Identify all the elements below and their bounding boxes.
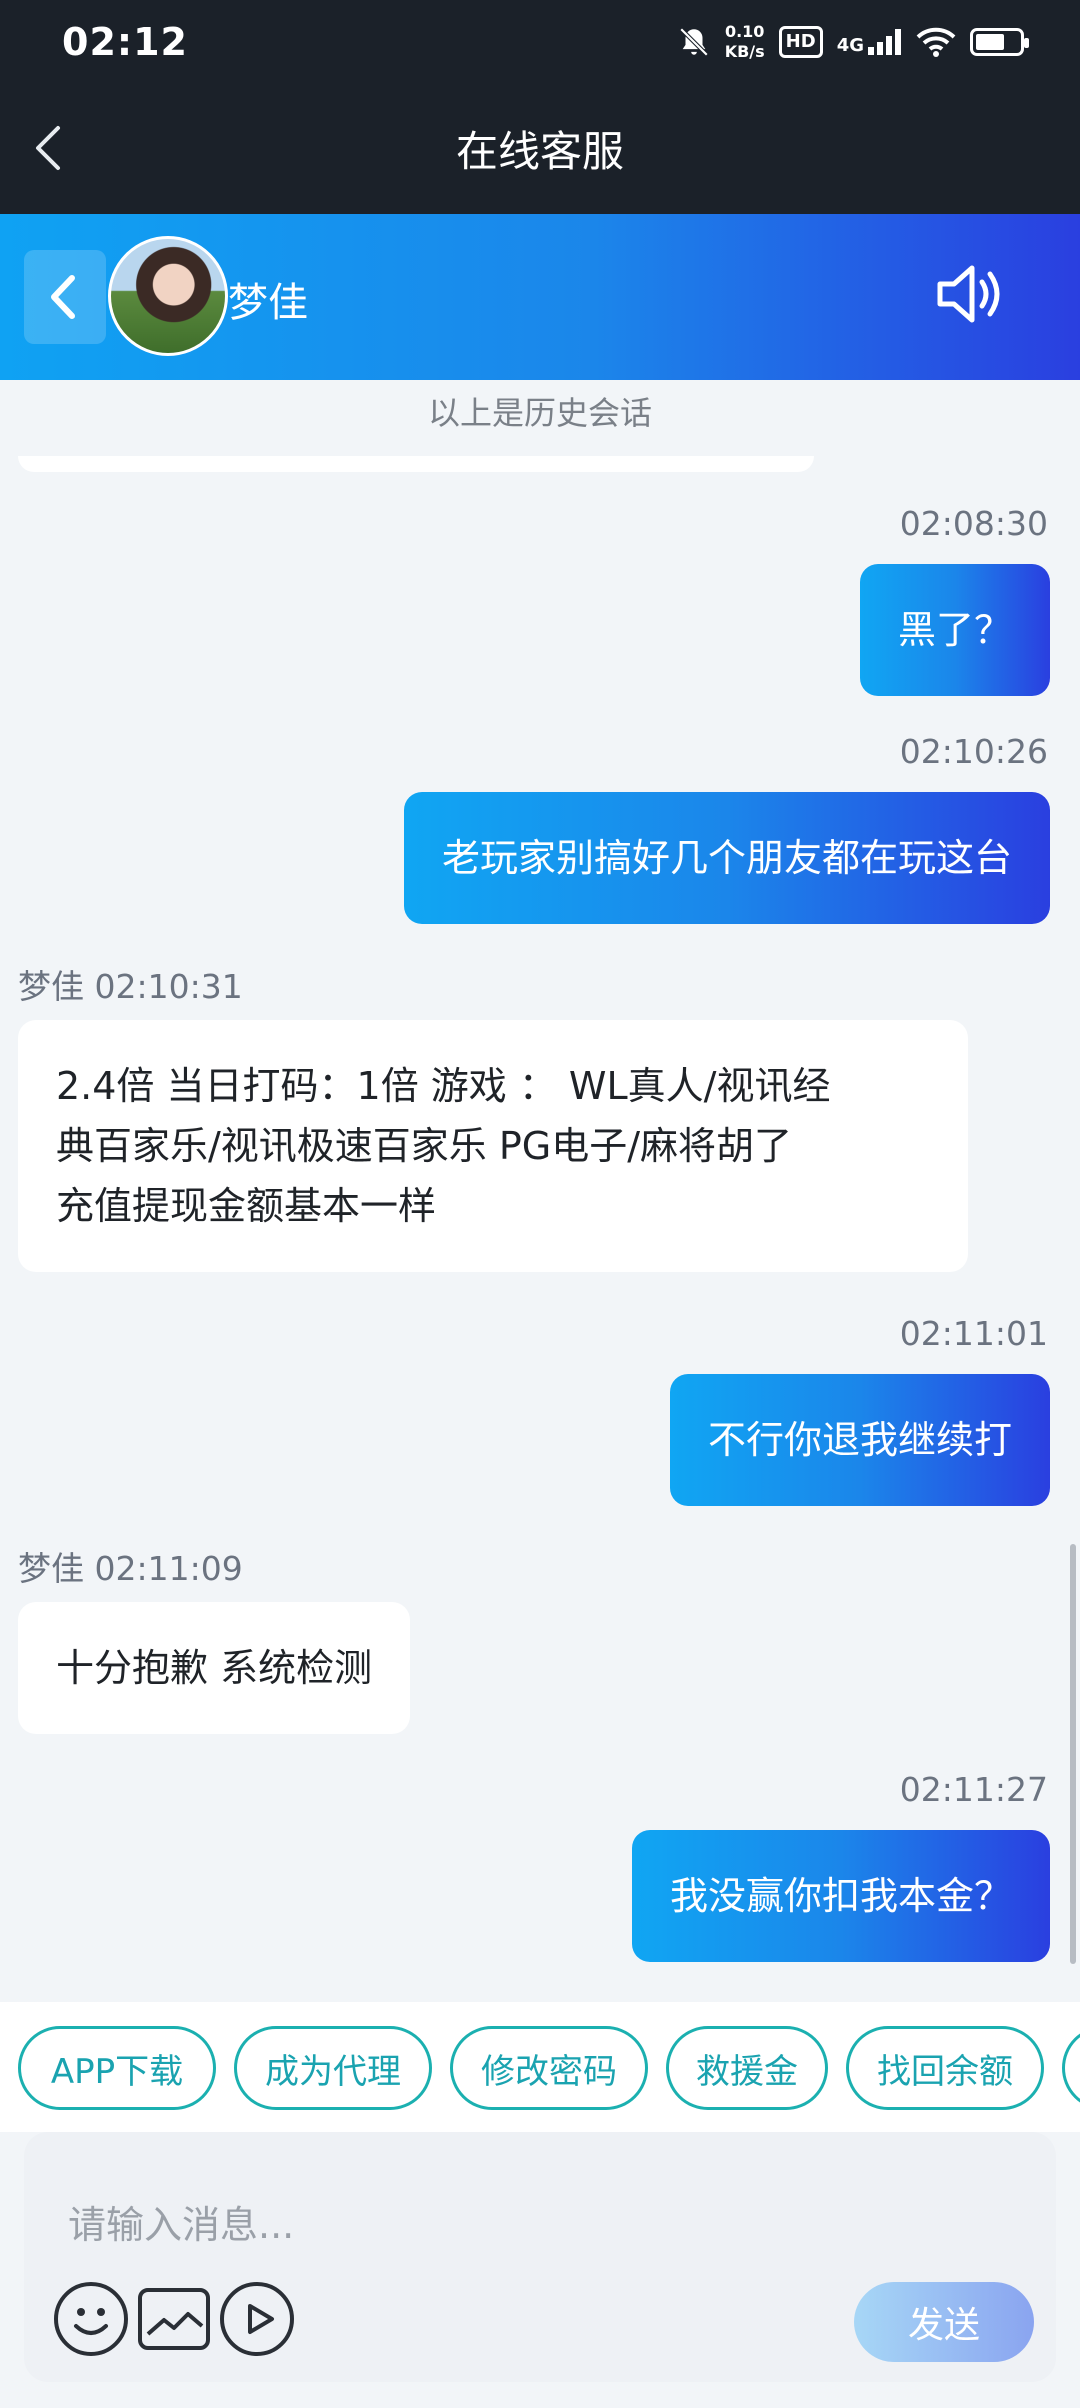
message-sender-time: 梦佳 02:11:09 [18,1542,243,1590]
status-time: 02:12 [62,20,188,64]
sender-name: 梦佳 [18,1549,84,1588]
message-line: 典百家乐/视讯极速百家乐 PG电子/麻将胡了 [56,1124,793,1168]
quick-action-more[interactable] [1062,2026,1080,2110]
chat-back-button[interactable] [24,250,106,344]
message-time: 02:11:27 [899,1770,1048,1809]
incoming-message[interactable]: 2.4倍 当日打码：1倍 游戏 ： WL真人/视讯经 典百家乐/视讯极速百家乐 … [18,1020,968,1272]
status-bar: 02:12 0.10 KB/s HD 4G [0,0,1080,86]
hd-icon: HD [778,26,823,58]
video-icon[interactable] [220,2282,294,2356]
message-line: 充值提现金额基本一样 [56,1184,437,1228]
signal-icon: 4G [837,29,902,55]
send-button[interactable]: 发送 [854,2282,1034,2362]
message-time: 02:08:30 [899,504,1048,543]
emoji-icon[interactable] [54,2282,128,2356]
quick-action-recover-balance[interactable]: 找回余额 [846,2026,1044,2110]
avatar[interactable] [108,236,228,356]
mute-bell-icon [679,27,708,57]
message-input[interactable]: 请输入消息... [68,2194,294,2249]
chat-header: 梦佳 [0,214,1080,380]
image-icon[interactable] [138,2288,210,2350]
agent-name: 梦佳 [228,280,308,326]
outgoing-message[interactable]: 黑了？ [859,564,1050,696]
message-line: 十分抱歉 系统检测 [56,1646,373,1690]
message-time: 02:10:31 [94,967,243,1006]
net-speed-unit: KB/s [724,42,765,61]
speaker-icon[interactable] [930,254,1010,334]
outgoing-message[interactable]: 不行你退我继续打 [669,1374,1050,1506]
quick-action-change-password[interactable]: 修改密码 [450,2026,648,2110]
message-line: 2.4倍 当日打码：1倍 游戏 ： WL真人/视讯经 [56,1064,831,1108]
message-time: 02:11:01 [899,1314,1048,1353]
wifi-icon [916,27,956,57]
page-title: 在线客服 [455,127,624,176]
message-sender-time: 梦佳 02:10:31 [18,960,243,1008]
chat-area[interactable]: 以上是历史会话 02:08:30 黑了？ 02:10:26 老玩家别搞好几个朋友… [0,380,1080,2000]
chat-scrollbar[interactable] [1070,1544,1076,1964]
message-composer[interactable]: 请输入消息... 发送 [24,2132,1056,2382]
quick-action-rescue-fund[interactable]: 救援金 [666,2026,828,2110]
top-bar: 02:12 0.10 KB/s HD 4G 在线客服 [0,0,1080,214]
message-time: 02:10:26 [899,732,1048,771]
outgoing-message[interactable]: 我没赢你扣我本金？ [631,1830,1050,1962]
sender-name: 梦佳 [18,967,84,1006]
previous-message-bubble [18,456,814,472]
chevron-left-icon [51,275,75,319]
outgoing-message[interactable]: 老玩家别搞好几个朋友都在玩这台 [403,792,1050,924]
net-speed: 0.10 KB/s [725,22,765,62]
history-label: 以上是历史会话 [427,394,652,432]
message-time: 02:11:09 [94,1549,243,1588]
incoming-message[interactable]: 十分抱歉 系统检测 [18,1602,411,1734]
network-type: 4G [836,35,864,56]
battery-icon [970,28,1029,56]
quick-actions-bar[interactable]: APP下载 成为代理 修改密码 救援金 找回余额 [0,2002,1080,2132]
quick-action-app-download[interactable]: APP下载 [18,2026,216,2110]
net-speed-value: 0.10 [724,22,765,41]
status-icons: 0.10 KB/s HD 4G [677,22,1029,62]
quick-action-become-agent[interactable]: 成为代理 [234,2026,432,2110]
